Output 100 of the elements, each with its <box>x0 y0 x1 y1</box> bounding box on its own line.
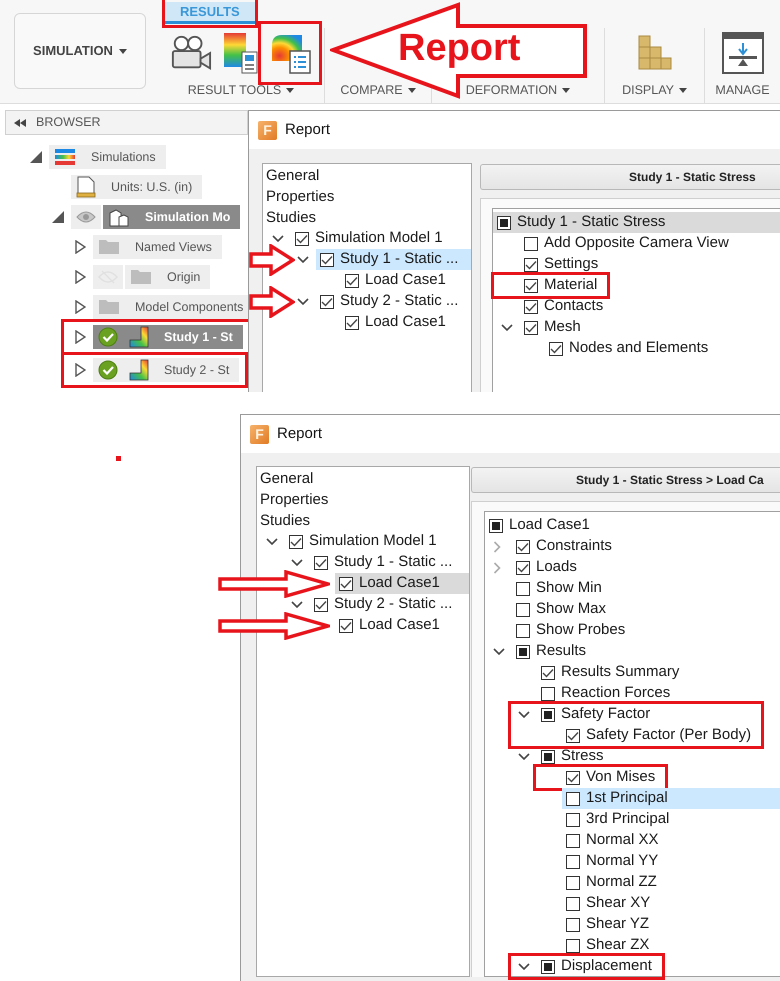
checkbox[interactable] <box>524 278 538 292</box>
checkbox[interactable] <box>489 518 503 532</box>
tree-item[interactable]: Show Max <box>512 599 780 620</box>
checkbox[interactable] <box>566 876 580 890</box>
checkbox[interactable] <box>541 960 555 974</box>
nav-item[interactable]: Studies <box>266 207 471 228</box>
chevron-down-icon[interactable] <box>518 962 530 970</box>
nav-item[interactable]: General <box>260 468 469 489</box>
tree-item[interactable]: Safety Factor <box>537 704 756 725</box>
checkbox[interactable] <box>566 812 580 826</box>
chevron-down-icon[interactable] <box>291 558 303 566</box>
tree-item[interactable]: 1st Principal <box>562 788 780 809</box>
tree-item[interactable]: Add Opposite Camera View <box>520 233 780 254</box>
group-menu-button[interactable]: DEFORMATION <box>466 77 570 103</box>
tree-item[interactable]: Settings <box>520 254 780 275</box>
color-legend-icon[interactable] <box>222 32 258 74</box>
chevron-down-icon[interactable] <box>518 710 530 718</box>
checkbox[interactable] <box>566 854 580 868</box>
tree-item[interactable]: Study 1 - Static ... <box>316 249 471 270</box>
tree-item[interactable]: Show Probes <box>512 620 780 641</box>
tree-item[interactable]: Simulation Model 1 <box>285 531 469 552</box>
tree-item[interactable]: Constraints <box>512 536 780 557</box>
tree-item[interactable]: Loads <box>512 557 780 578</box>
browser-item[interactable]: Model Components <box>93 295 248 319</box>
collapsed-triangle-icon[interactable] <box>74 270 86 284</box>
chevron-down-icon[interactable] <box>297 298 309 306</box>
checkbox[interactable] <box>320 252 334 266</box>
chevron-down-icon[interactable] <box>272 234 284 242</box>
checkbox[interactable] <box>566 834 580 848</box>
collapsed-triangle-icon[interactable] <box>74 240 86 254</box>
browser-item[interactable]: Study 2 - St <box>93 358 240 382</box>
checkbox[interactable] <box>289 534 303 548</box>
checkbox[interactable] <box>524 258 538 272</box>
checkbox[interactable] <box>524 300 538 314</box>
checkbox[interactable] <box>497 216 511 230</box>
tree-item[interactable]: Load Case1 <box>335 573 469 594</box>
checkbox[interactable] <box>524 320 538 334</box>
tree-item[interactable]: Simulation Model 1 <box>291 228 471 249</box>
checkbox[interactable] <box>566 918 580 932</box>
tree-item[interactable]: Study 1 - Static Stress <box>493 212 780 233</box>
checkbox[interactable] <box>516 644 530 658</box>
group-menu-button[interactable]: DISPLAY <box>622 77 687 103</box>
checkbox[interactable] <box>566 938 580 952</box>
tree-item[interactable]: Show Min <box>512 578 780 599</box>
checkbox[interactable] <box>345 274 359 288</box>
tree-item[interactable]: Shear YZ <box>562 914 780 935</box>
collapsed-triangle-icon[interactable] <box>74 300 86 314</box>
checkbox[interactable] <box>516 540 530 554</box>
tree-item[interactable]: Mesh <box>520 317 780 338</box>
chevron-down-icon[interactable] <box>266 538 278 546</box>
checkbox[interactable] <box>295 232 309 246</box>
tree-item[interactable]: Normal XX <box>562 830 780 851</box>
chevron-down-icon[interactable] <box>493 648 505 656</box>
collapsed-triangle-icon[interactable] <box>74 363 86 377</box>
tree-item[interactable]: Material <box>520 275 602 296</box>
group-menu-button[interactable]: MANAGE <box>715 77 770 103</box>
nav-item[interactable]: General <box>266 165 471 186</box>
chevron-down-icon[interactable] <box>518 752 530 760</box>
checkbox[interactable] <box>339 576 353 590</box>
checkbox[interactable] <box>320 294 334 308</box>
tree-item[interactable]: Displacement <box>537 956 656 977</box>
tree-item[interactable]: Normal YY <box>562 851 780 872</box>
checkbox[interactable] <box>345 316 359 330</box>
checkbox[interactable] <box>314 556 328 570</box>
chevron-down-icon[interactable] <box>501 324 513 332</box>
tree-item[interactable]: Load Case1 <box>341 270 471 291</box>
tree-item[interactable]: Study 1 - Static ... <box>310 552 469 573</box>
tree-item[interactable]: Load Case1 <box>341 312 471 333</box>
chevron-down-icon[interactable] <box>291 600 303 608</box>
checkbox[interactable] <box>516 560 530 574</box>
checkbox[interactable] <box>541 666 555 680</box>
tree-item[interactable]: Nodes and Elements <box>545 338 780 359</box>
checkbox[interactable] <box>541 686 555 700</box>
tree-item[interactable]: Load Case1 <box>485 515 780 536</box>
nav-item[interactable]: Properties <box>260 489 469 510</box>
expanded-triangle-icon[interactable] <box>52 211 64 223</box>
checkbox[interactable] <box>339 618 353 632</box>
checkbox[interactable] <box>524 236 538 250</box>
browser-item[interactable]: Origin <box>125 265 210 289</box>
blocks-icon[interactable] <box>638 34 672 70</box>
chevron-down-icon[interactable] <box>297 256 309 264</box>
collapse-icon[interactable] <box>14 118 26 126</box>
nav-item[interactable]: Properties <box>266 186 471 207</box>
checkbox[interactable] <box>566 770 580 784</box>
tree-item[interactable]: 3rd Principal <box>562 809 780 830</box>
tree-item[interactable]: Load Case1 <box>335 615 469 636</box>
checkbox[interactable] <box>566 896 580 910</box>
tree-item[interactable]: Results <box>512 641 780 662</box>
tree-item[interactable]: Stress <box>537 746 780 767</box>
tree-item[interactable]: Shear ZX <box>562 935 780 956</box>
tree-item[interactable]: Reaction Forces <box>537 683 780 704</box>
group-menu-button[interactable]: COMPARE <box>340 77 416 103</box>
checkbox[interactable] <box>549 342 563 356</box>
browser-item[interactable]: Units: U.S. (in) <box>71 175 202 199</box>
expanded-triangle-icon[interactable] <box>30 151 42 163</box>
checkbox[interactable] <box>516 602 530 616</box>
tree-item[interactable]: Contacts <box>520 296 780 317</box>
checkbox[interactable] <box>541 708 555 722</box>
tree-item[interactable]: Study 2 - Static ... <box>310 594 469 615</box>
checkbox[interactable] <box>566 792 580 806</box>
